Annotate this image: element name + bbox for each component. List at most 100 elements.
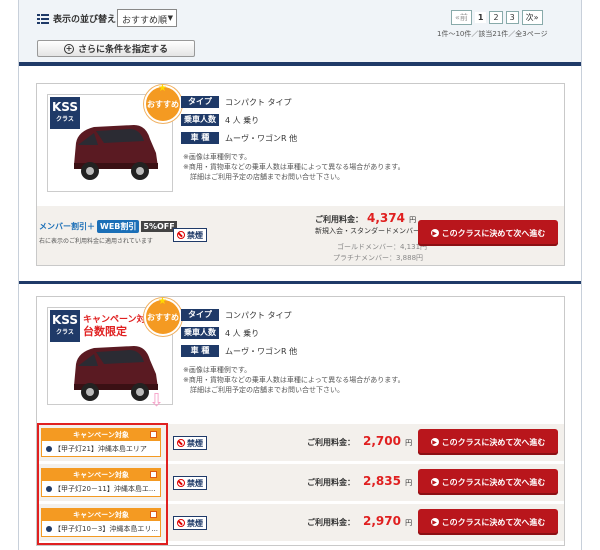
- spec-row-type: タイプ コンパクト タイプ: [181, 309, 297, 321]
- price-area: メンバー割引＋ WEB割引 5%OFF 右に表示のご利用料金に適用されています …: [37, 206, 564, 265]
- class-name: KSS: [51, 100, 79, 114]
- pager-page-3[interactable]: 3: [505, 11, 519, 24]
- select-class-button[interactable]: ▶ このクラスに決めて次へ進む: [418, 220, 558, 246]
- price-unit: 円: [409, 216, 417, 224]
- spec-table: タイプ コンパクト タイプ 乗車人数 4 人 乗り 車 種 ムーヴ・ワゴンR 他: [181, 309, 297, 363]
- spec-key: タイプ: [181, 309, 219, 321]
- price-value: 4,374: [367, 211, 405, 225]
- price-value: 2,700: [363, 434, 401, 448]
- price-unit: 円: [405, 439, 413, 447]
- sort-select[interactable]: おすすめ順 ▼: [117, 9, 177, 27]
- member-type: 新規入会・スタンダードメンバー: [315, 227, 420, 235]
- price-label: ご利用料金：: [307, 518, 355, 527]
- pager-page-2[interactable]: 2: [489, 11, 503, 24]
- results-frame: 表示の並び替え おすすめ順 ▼ + さらに条件を指定する «前 1 2 3 次»…: [18, 0, 582, 550]
- spec-row-type: タイプ コンパクト タイプ: [181, 96, 297, 108]
- arrow-right-icon: ▶: [430, 438, 439, 446]
- spec-row-capacity: 乗車人数 4 人 乗り: [181, 114, 297, 126]
- car-class-card-campaign: KSS クラス キャンペーン対 台数限定 おすすめ ★ タイプ コンパクト タイ…: [36, 296, 565, 546]
- no-smoking-icon: [177, 439, 185, 447]
- chevron-down-icon: ▼: [167, 14, 173, 22]
- price-value: 2,970: [363, 514, 401, 528]
- price-unit: 円: [405, 519, 413, 527]
- star-icon: ★: [158, 83, 167, 94]
- price-unit: 円: [405, 479, 413, 487]
- spec-value: ムーヴ・ワゴンR 他: [225, 133, 298, 143]
- pager-prev-label: 前: [459, 13, 468, 22]
- web-discount-badge: WEB割引: [97, 220, 140, 233]
- note-line: 詳細はご利用予定の店舗までお問い合せ下さい。: [183, 386, 344, 394]
- more-conditions-button[interactable]: + さらに条件を指定する: [37, 40, 195, 57]
- sort-label-text: 表示の並び替え: [53, 15, 117, 25]
- note-line: 詳細はご利用予定の店舗までお問い合せ下さい。: [183, 173, 344, 181]
- spec-row-model: 車 種 ムーヴ・ワゴンR 他: [181, 345, 297, 357]
- spec-value: コンパクト タイプ: [225, 97, 292, 107]
- price: 2,700 円: [363, 434, 412, 448]
- note-line: ※商用・貨物車などの乗車人数は車種によって異なる場合があります。: [183, 163, 405, 171]
- no-smoking-label: 禁煙: [187, 438, 203, 448]
- note-line: ※商用・貨物車などの乗車人数は車種によって異なる場合があります。: [183, 376, 405, 384]
- off-badge: 5%OFF: [141, 221, 177, 232]
- member-discount: メンバー割引＋ WEB割引 5%OFF: [39, 220, 177, 233]
- arrow-right-icon: ▶: [430, 478, 439, 486]
- select-class-button[interactable]: ▶ このクラスに決めて次へ進む: [418, 469, 558, 495]
- spec-key: 車 種: [181, 132, 219, 144]
- pager-next-button[interactable]: 次»: [521, 10, 543, 25]
- no-smoking-badge: 禁煙: [173, 228, 207, 242]
- notes: ※画像は車種例です。 ※商用・貨物車などの乗車人数は車種によって異なる場合があり…: [183, 152, 405, 182]
- no-smoking-label: 禁煙: [187, 478, 203, 488]
- no-smoking-badge: 禁煙: [173, 516, 207, 530]
- sort-select-value: おすすめ順: [122, 16, 168, 26]
- pager-info: 1件～10件／該当21件／全3ページ: [437, 30, 548, 38]
- car-image: [74, 125, 158, 180]
- spec-table: タイプ コンパクト タイプ 乗車人数 4 人 乗り 車 種 ムーヴ・ワゴンR 他: [181, 96, 297, 150]
- pager-prev-button[interactable]: «前: [451, 10, 472, 25]
- select-class-button[interactable]: ▶ このクラスに決めて次へ進む: [418, 429, 558, 455]
- spec-value: コンパクト タイプ: [225, 310, 292, 320]
- class-name: KSS: [51, 313, 79, 327]
- member-note: 右に表示のご利用料金に適用されています: [39, 238, 153, 245]
- no-smoking-icon: [177, 519, 185, 527]
- select-class-label: このクラスに決めて次へ進む: [441, 437, 546, 447]
- section-divider: [19, 281, 581, 284]
- sort-label: 表示の並び替え: [37, 12, 116, 25]
- car-image-box: KSS クラス おすすめ ★: [47, 83, 182, 192]
- spec-key: 車 種: [181, 345, 219, 357]
- arrow-down-icon: ⇩: [149, 390, 165, 411]
- price: 4,374 円: [367, 211, 416, 225]
- car-class-card: KSS クラス おすすめ ★ タイプ コンパクト タイプ 乗車人数 4 人 乗り: [36, 83, 565, 266]
- spec-key: 乗車人数: [181, 327, 219, 339]
- no-smoking-icon: [177, 231, 185, 239]
- select-class-label: このクラスに決めて次へ進む: [441, 517, 546, 527]
- price: 2,970 円: [363, 514, 412, 528]
- no-smoking-badge: 禁煙: [173, 436, 207, 450]
- pager-page-1: 1: [474, 12, 487, 23]
- spec-row-capacity: 乗車人数 4 人 乗り: [181, 327, 297, 339]
- campaign-highlight-outline: [37, 423, 168, 545]
- spec-value: ムーヴ・ワゴンR 他: [225, 346, 298, 356]
- platinum-price: プラチナメンバー：3,888円: [333, 254, 424, 262]
- spec-value: 4 人 乗り: [225, 328, 260, 338]
- note-line: ※画像は車種例です。: [183, 153, 252, 161]
- no-smoking-badge: 禁煙: [173, 476, 207, 490]
- arrow-right-icon: ▶: [430, 518, 439, 526]
- plus-circle-icon: +: [63, 43, 74, 54]
- select-class-button[interactable]: ▶ このクラスに決めて次へ進む: [418, 509, 558, 535]
- results-toolbar: 表示の並び替え おすすめ順 ▼ + さらに条件を指定する «前 1 2 3 次»…: [19, 0, 581, 66]
- price-label: ご利用料金：: [315, 215, 363, 224]
- pagination: «前 1 2 3 次»: [451, 10, 543, 25]
- no-smoking-label: 禁煙: [187, 518, 203, 528]
- price-label: ご利用料金：: [307, 438, 355, 447]
- more-conditions-label: さらに条件を指定する: [77, 45, 168, 55]
- sort-list-icon: [37, 13, 49, 24]
- spec-key: 乗車人数: [181, 114, 219, 126]
- price-value: 2,835: [363, 474, 401, 488]
- price-label: ご利用料金：: [307, 478, 355, 487]
- spec-row-model: 車 種 ムーヴ・ワゴンR 他: [181, 132, 297, 144]
- no-smoking-icon: [177, 479, 185, 487]
- gold-price: ゴールドメンバー：4,131円: [337, 243, 428, 251]
- select-class-label: このクラスに決めて次へ進む: [441, 477, 546, 487]
- no-smoking-label: 禁煙: [187, 230, 203, 240]
- price: 2,835 円: [363, 474, 412, 488]
- pager-next-label: 次: [525, 13, 534, 22]
